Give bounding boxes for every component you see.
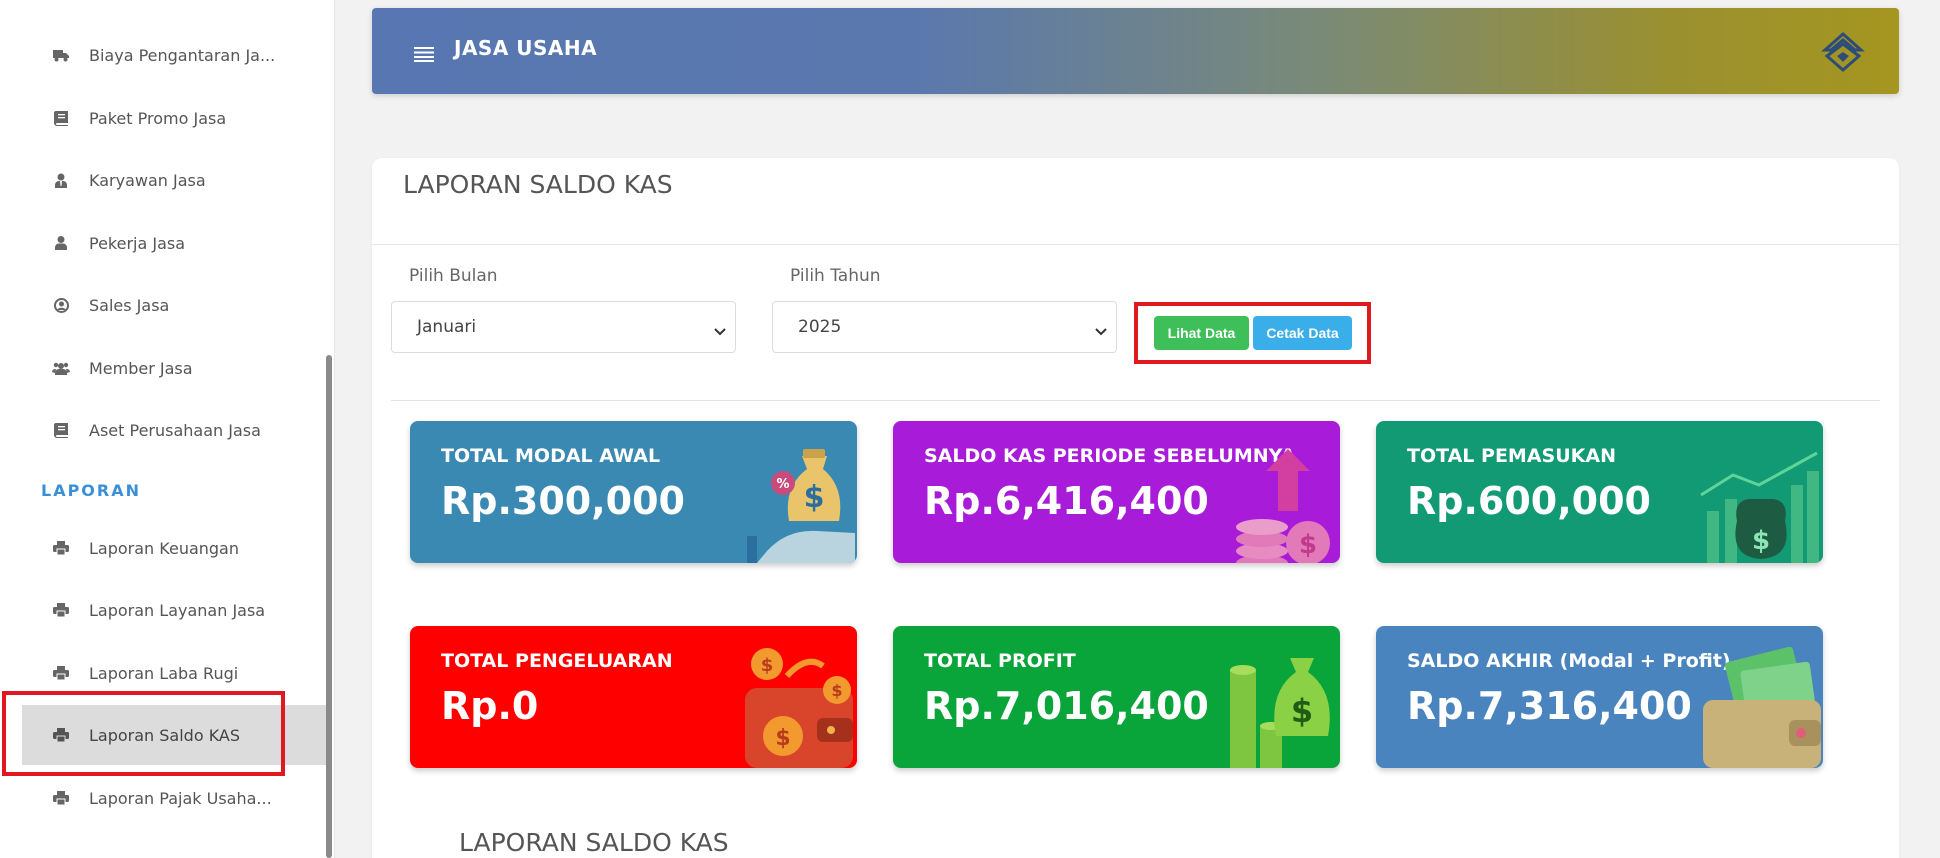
sidebar-item-sales[interactable]: Sales Jasa (0, 275, 326, 335)
wallet-coins-icon: $ $ $ (727, 626, 857, 768)
month-select-value: Januari (417, 317, 477, 337)
view-data-button[interactable]: Lihat Data (1154, 316, 1249, 350)
print-data-button[interactable]: Cetak Data (1253, 316, 1352, 350)
year-select-value: 2025 (798, 317, 842, 337)
sidebar-item-member[interactable]: Member Jasa (0, 338, 326, 398)
sidebar-item-laporan-keuangan[interactable]: Laporan Keuangan (0, 518, 326, 578)
wallet-cash-icon (1693, 626, 1823, 768)
sidebar-scrollbar[interactable] (326, 355, 332, 858)
user-tie-icon (52, 171, 70, 189)
sidebar-item-aset[interactable]: Aset Perusahaan Jasa (0, 400, 326, 460)
sidebar-item-label: Aset Perusahaan Jasa (89, 420, 261, 440)
stat-title: TOTAL PENGELUARAN (441, 650, 673, 672)
stat-value: Rp.7,016,400 (924, 684, 1209, 728)
sidebar-item-label: Laporan Layanan Jasa (89, 600, 266, 620)
chevron-down-icon (713, 322, 727, 336)
growth-chart-money-icon: $ (1693, 421, 1823, 563)
stat-value: Rp.300,000 (441, 479, 685, 523)
stat-title: SALDO AKHIR (Modal + Profit) (1407, 650, 1731, 672)
stat-total-modal-awal: TOTAL MODAL AWAL Rp.300,000 $ % (410, 421, 857, 563)
sidebar-item-label: Sales Jasa (89, 295, 170, 315)
printer-icon (52, 664, 70, 682)
hamburger-icon[interactable] (414, 46, 434, 62)
month-select[interactable]: Januari (391, 301, 736, 353)
sidebar-item-laporan-pajak[interactable]: Laporan Pajak Usaha... (0, 768, 326, 828)
sidebar: Biaya Pengantaran Ja... Paket Promo Jasa… (0, 0, 335, 858)
svg-text:$: $ (1291, 692, 1313, 730)
brand-logo-icon[interactable] (1817, 26, 1869, 78)
sidebar-item-label: Pekerja Jasa (89, 233, 186, 253)
chevron-down-icon (1094, 322, 1108, 336)
book-icon (52, 109, 70, 127)
report-card: LAPORAN SALDO KAS Pilih Bulan Januari Pi… (372, 158, 1899, 858)
stat-value: Rp.0 (441, 684, 539, 728)
book-icon (52, 421, 70, 439)
stat-title: TOTAL MODAL AWAL (441, 445, 661, 467)
sidebar-item-biaya-pengantaran[interactable]: Biaya Pengantaran Ja... (0, 25, 326, 85)
printer-icon (52, 601, 70, 619)
truck-icon (52, 46, 70, 64)
svg-text:$: $ (1752, 526, 1770, 556)
sidebar-item-label: Biaya Pengantaran Ja... (89, 45, 276, 65)
stat-total-pemasukan: TOTAL PEMASUKAN Rp.600,000 $ (1376, 421, 1823, 563)
stat-value: Rp.7,316,400 (1407, 684, 1692, 728)
divider (372, 244, 1899, 245)
stat-title: TOTAL PROFIT (924, 650, 1076, 672)
sidebar-item-pekerja[interactable]: Pekerja Jasa (0, 213, 326, 273)
header-title: JASA USAHA (454, 36, 598, 60)
stat-saldo-kas-sebelumnya: SALDO KAS PERIODE SEBELUMNYA Rp.6,416,40… (893, 421, 1340, 563)
page-title: LAPORAN SALDO KAS (403, 170, 673, 199)
divider (391, 400, 1880, 401)
svg-text:$: $ (804, 480, 825, 515)
report-subtitle: LAPORAN SALDO KAS (459, 828, 729, 857)
stat-value: Rp.600,000 (1407, 479, 1651, 523)
year-select[interactable]: 2025 (772, 301, 1117, 353)
sidebar-item-label: Laporan Keuangan (89, 538, 239, 558)
stat-saldo-akhir: SALDO AKHIR (Modal + Profit) Rp.7,316,40… (1376, 626, 1823, 768)
users-icon (52, 359, 70, 377)
user-icon (52, 234, 70, 252)
month-label: Pilih Bulan (409, 266, 498, 286)
sidebar-item-paket-promo[interactable]: Paket Promo Jasa (0, 88, 326, 148)
stat-value: Rp.6,416,400 (924, 479, 1209, 523)
svg-text:$: $ (761, 655, 774, 676)
stat-total-pengeluaran: TOTAL PENGELUARAN Rp.0 $ $ $ (410, 626, 857, 768)
sidebar-item-label: Karyawan Jasa (89, 170, 206, 190)
sidebar-item-label: Laporan Laba Rugi (89, 663, 239, 683)
sidebar-item-laporan-layanan[interactable]: Laporan Layanan Jasa (0, 580, 326, 640)
year-label: Pilih Tahun (790, 266, 881, 286)
sidebar-item-karyawan[interactable]: Karyawan Jasa (0, 150, 326, 210)
money-bag-hand-icon: $ % (727, 421, 857, 563)
svg-text:$: $ (775, 726, 790, 751)
sidebar-section-laporan: LAPORAN (41, 481, 141, 500)
svg-text:%: % (776, 477, 789, 492)
svg-text:$: $ (831, 681, 842, 700)
printer-icon (52, 539, 70, 557)
stat-title: TOTAL PEMASUKAN (1407, 445, 1616, 467)
svg-text:$: $ (1299, 530, 1317, 560)
money-bag-coins-icon: $ (1210, 626, 1340, 768)
sidebar-item-label: Laporan Pajak Usaha... (89, 788, 272, 808)
coins-arrow-up-icon: $ (1210, 421, 1340, 563)
sidebar-item-label: Paket Promo Jasa (89, 108, 227, 128)
sidebar-item-label: Member Jasa (89, 358, 193, 378)
stat-total-profit: TOTAL PROFIT Rp.7,016,400 $ (893, 626, 1340, 768)
printer-icon (52, 789, 70, 807)
top-header: JASA USAHA (372, 8, 1899, 94)
highlight-box (2, 691, 285, 776)
user-circle-icon (52, 296, 70, 314)
